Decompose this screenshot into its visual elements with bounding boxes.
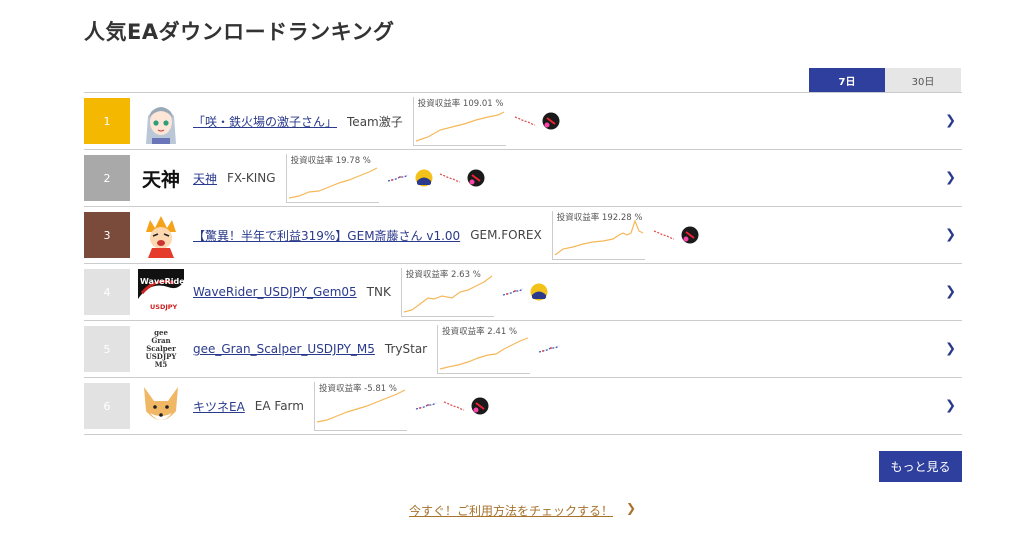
page-title: 人気EAダウンロードランキング — [84, 20, 395, 44]
uptrend-badge-icon — [415, 402, 437, 410]
uptrend-badge-icon — [538, 345, 560, 353]
uptrend-badge-icon — [387, 174, 408, 182]
ranking-row[interactable]: 1 「咲・鉄火場の激子さん」 Team激子 投資収益率 109.01 % ❯ — [84, 93, 962, 150]
chevron-right-icon[interactable]: ❯ — [626, 501, 636, 515]
howto-link[interactable]: 今すぐ！ご利用方法をチェックする！ — [409, 502, 613, 519]
chevron-right-icon[interactable]: ❯ — [945, 228, 956, 243]
rank-badge: 2 — [84, 155, 130, 201]
ea-name-link[interactable]: gee_Gran_Scalper_USDJPY_M5 — [193, 342, 375, 356]
badge-group — [538, 343, 560, 355]
developer-name: TryStar — [384, 342, 428, 356]
downtrend-badge-icon — [653, 230, 674, 240]
thumbnail-text: WaveRider — [140, 277, 184, 286]
chevron-right-icon[interactable]: ❯ — [945, 285, 956, 300]
badge-group — [502, 283, 548, 301]
downtrend-badge-icon — [439, 173, 460, 183]
period-tabs: 7日 30日 — [809, 68, 961, 92]
downtrend-badge-icon — [443, 401, 465, 411]
chevron-right-icon[interactable]: ❯ — [945, 399, 956, 414]
yellow-circle-badge-icon — [530, 283, 548, 301]
dark-circle-badge-icon — [471, 397, 489, 415]
profit-chart: 投資収益率 192.28 % — [551, 210, 645, 260]
ranking-list: 1 「咲・鉄火場の激子さん」 Team激子 投資収益率 109.01 % ❯ 2… — [84, 92, 962, 435]
ea-thumbnail — [138, 212, 184, 258]
profit-chart: 投資収益率 2.41 % — [437, 324, 531, 374]
yellow-circle-badge-icon — [415, 169, 433, 187]
ranking-row[interactable]: 4 WaveRider USDJPY WaveRider_USDJPY_Gem0… — [84, 264, 962, 321]
chevron-right-icon[interactable]: ❯ — [945, 171, 956, 186]
ea-thumbnail: WaveRider USDJPY — [138, 269, 184, 315]
uptrend-badge-icon — [502, 288, 524, 296]
ea-thumbnail — [138, 383, 184, 429]
developer-name: FX-KING — [227, 171, 276, 185]
ea-name-link[interactable]: 【驚異！半年で利益319%】GEM斎藤さん v1.00 — [193, 227, 460, 244]
rank-badge: 3 — [84, 212, 130, 258]
developer-name: EA Farm — [254, 399, 304, 413]
ranking-row[interactable]: 2 天神 天神 FX-KING 投資収益率 19.78 % ❯ — [84, 150, 962, 207]
rank-badge: 1 — [84, 98, 130, 144]
badge-group — [387, 169, 485, 187]
ea-name-link[interactable]: キツネEA — [193, 398, 245, 415]
ea-name-link[interactable]: 「咲・鉄火場の激子さん」 — [193, 113, 337, 130]
profit-chart: 投資収益率 109.01 % — [412, 96, 506, 146]
ranking-row[interactable]: 5 gee Gran Scalper USDJPY M5 gee_Gran_Sc… — [84, 321, 962, 378]
thumbnail-text: M5 — [154, 360, 168, 369]
developer-name: GEM.FOREX — [470, 228, 542, 242]
downtrend-badge-icon — [514, 116, 535, 126]
see-more-button[interactable]: もっと見る — [879, 451, 962, 482]
ea-thumbnail: 天神 — [138, 155, 184, 201]
tab-7days[interactable]: 7日 — [809, 68, 885, 92]
dark-circle-badge-icon — [467, 169, 485, 187]
profit-chart: 投資収益率 19.78 % — [285, 153, 379, 203]
thumbnail-text: 天神 — [141, 168, 180, 191]
thumbnail-text: USDJPY — [150, 303, 178, 311]
ea-name-link[interactable]: WaveRider_USDJPY_Gem05 — [193, 285, 357, 299]
rank-badge: 4 — [84, 269, 130, 315]
profit-chart: 投資収益率 -5.81 % — [313, 381, 407, 431]
badge-group — [514, 112, 560, 130]
badge-group — [415, 397, 489, 415]
tab-30days[interactable]: 30日 — [885, 68, 961, 92]
ea-thumbnail — [138, 98, 184, 144]
ranking-row[interactable]: 3 【驚異！半年で利益319%】GEM斎藤さん v1.00 GEM.FOREX … — [84, 207, 962, 264]
chevron-right-icon[interactable]: ❯ — [945, 114, 956, 129]
chevron-right-icon[interactable]: ❯ — [945, 342, 956, 357]
profit-chart: 投資収益率 2.63 % — [400, 267, 494, 317]
badge-group — [653, 226, 699, 244]
developer-name: Team激子 — [347, 114, 403, 129]
ranking-row[interactable]: 6 キツネEA EA Farm 投資収益率 -5.81 % ❯ — [84, 378, 962, 435]
ea-thumbnail: gee Gran Scalper USDJPY M5 — [138, 326, 184, 372]
ea-name-link[interactable]: 天神 — [193, 170, 217, 187]
rank-badge: 6 — [84, 383, 130, 429]
dark-circle-badge-icon — [542, 112, 560, 130]
dark-circle-badge-icon — [681, 226, 699, 244]
rank-badge: 5 — [84, 326, 130, 372]
developer-name: TNK — [366, 285, 391, 299]
